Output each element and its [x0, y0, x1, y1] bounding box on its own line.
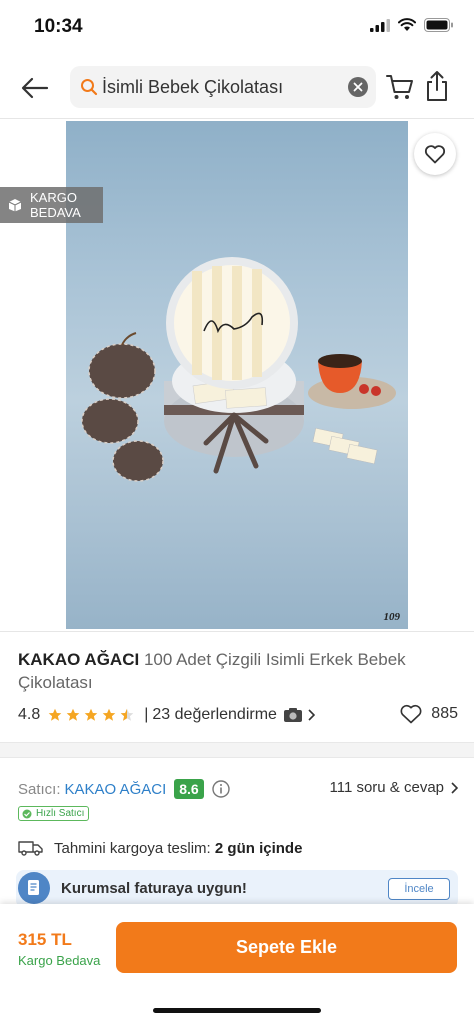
share-icon[interactable]	[424, 70, 450, 102]
star-icon	[48, 708, 62, 721]
star-icon	[84, 708, 98, 721]
favorite-count: 885	[399, 704, 458, 724]
nav-bar: İsimli Bebek Çikolatası	[0, 62, 474, 114]
seller-name[interactable]: KAKAO AĞACI	[65, 781, 167, 798]
back-button[interactable]	[18, 72, 52, 104]
rating-row[interactable]: 4.8 | 23 değerlendirme 885	[18, 704, 458, 726]
loose-chocolates	[312, 427, 378, 465]
status-icons	[370, 18, 454, 32]
status-time: 10:34	[34, 16, 83, 37]
delivery-value: 2 gün içinde	[214, 839, 303, 857]
rating-value: 4.8	[18, 706, 41, 723]
free-cargo-badge: KARGO BEDAVA	[0, 187, 103, 223]
truck-icon	[18, 841, 43, 856]
chevron-right-icon	[308, 709, 315, 721]
fast-seller-label: Hızlı Satıcı	[36, 808, 85, 819]
product-photo[interactable]: 109	[66, 121, 408, 629]
back-arrow-icon	[21, 77, 49, 99]
star-rating	[48, 708, 134, 722]
box-icon	[8, 199, 22, 212]
free-cargo-line1: KARGO	[30, 190, 77, 205]
invoice-icon	[18, 872, 50, 904]
fast-seller-badge: Hızlı Satıcı	[18, 806, 90, 821]
fast-seller-icon	[22, 809, 32, 818]
seller-score-badge: 8.6	[174, 779, 204, 799]
half-star-icon	[120, 708, 134, 721]
photo-number: 109	[383, 611, 401, 623]
heart-icon	[424, 145, 446, 164]
coffee-cup	[308, 354, 396, 409]
wifi-icon	[398, 18, 416, 31]
bottom-action-bar: 315 TL Kargo Bedava Sepete Ekle	[0, 904, 474, 1024]
cart-icon[interactable]	[386, 72, 414, 102]
heart-icon	[400, 704, 422, 724]
qa-link[interactable]: 111 soru & cevap	[329, 779, 458, 796]
invoice-text: Kurumsal faturaya uygun!	[61, 880, 247, 897]
delivery-estimate: Tahmini kargoya teslim: 2 gün içinde	[18, 837, 458, 859]
rating-separator: |	[144, 706, 149, 723]
delivery-label: Tahmini kargoya teslim:	[54, 839, 211, 857]
chocolate-box	[164, 257, 304, 474]
price: 315 TL	[18, 930, 72, 949]
clear-search-button[interactable]	[348, 77, 368, 97]
product-illustration	[81, 257, 396, 482]
camera-icon	[283, 708, 302, 722]
product-image-carousel[interactable]: 109 KARGO BEDAVA	[0, 119, 474, 631]
signal-icon	[370, 18, 390, 32]
home-indicator	[153, 1008, 321, 1013]
invoice-inspect-button[interactable]: İncele	[388, 878, 450, 900]
star-icon	[102, 708, 116, 721]
info-icon[interactable]	[212, 780, 230, 798]
section-separator	[0, 742, 474, 758]
favorite-count-value: 885	[431, 705, 458, 722]
seller-row: Satıcı: KAKAO AĞACI 8.6 111 soru & cevap	[18, 778, 458, 800]
free-shipping-label: Kargo Bedava	[18, 953, 101, 968]
seller-label: Satıcı:	[18, 780, 61, 798]
chevron-right-icon	[451, 781, 458, 794]
qa-link-label: 111 soru & cevap	[329, 779, 444, 796]
battery-icon	[424, 18, 453, 32]
search-icon	[81, 79, 98, 96]
title-divider	[0, 631, 474, 632]
add-to-cart-button[interactable]: Sepete Ekle	[116, 922, 457, 973]
favorite-button[interactable]	[414, 133, 456, 175]
pumpkin-decor	[81, 332, 164, 482]
clear-icon	[353, 82, 363, 92]
review-count[interactable]: 23 değerlendirme	[152, 706, 277, 724]
search-input[interactable]: İsimli Bebek Çikolatası	[70, 66, 376, 108]
invoice-banner: Kurumsal faturaya uygun! İncele	[16, 870, 458, 908]
free-cargo-line2: BEDAVA	[30, 205, 81, 220]
status-bar: 10:34	[0, 0, 474, 56]
star-icon	[66, 708, 80, 721]
brand-name[interactable]: KAKAO AĞACI	[18, 650, 139, 669]
search-query: İsimli Bebek Çikolatası	[102, 77, 284, 97]
product-title: KAKAO AĞACI 100 Adet Çizgili Isimli Erke…	[18, 648, 458, 694]
